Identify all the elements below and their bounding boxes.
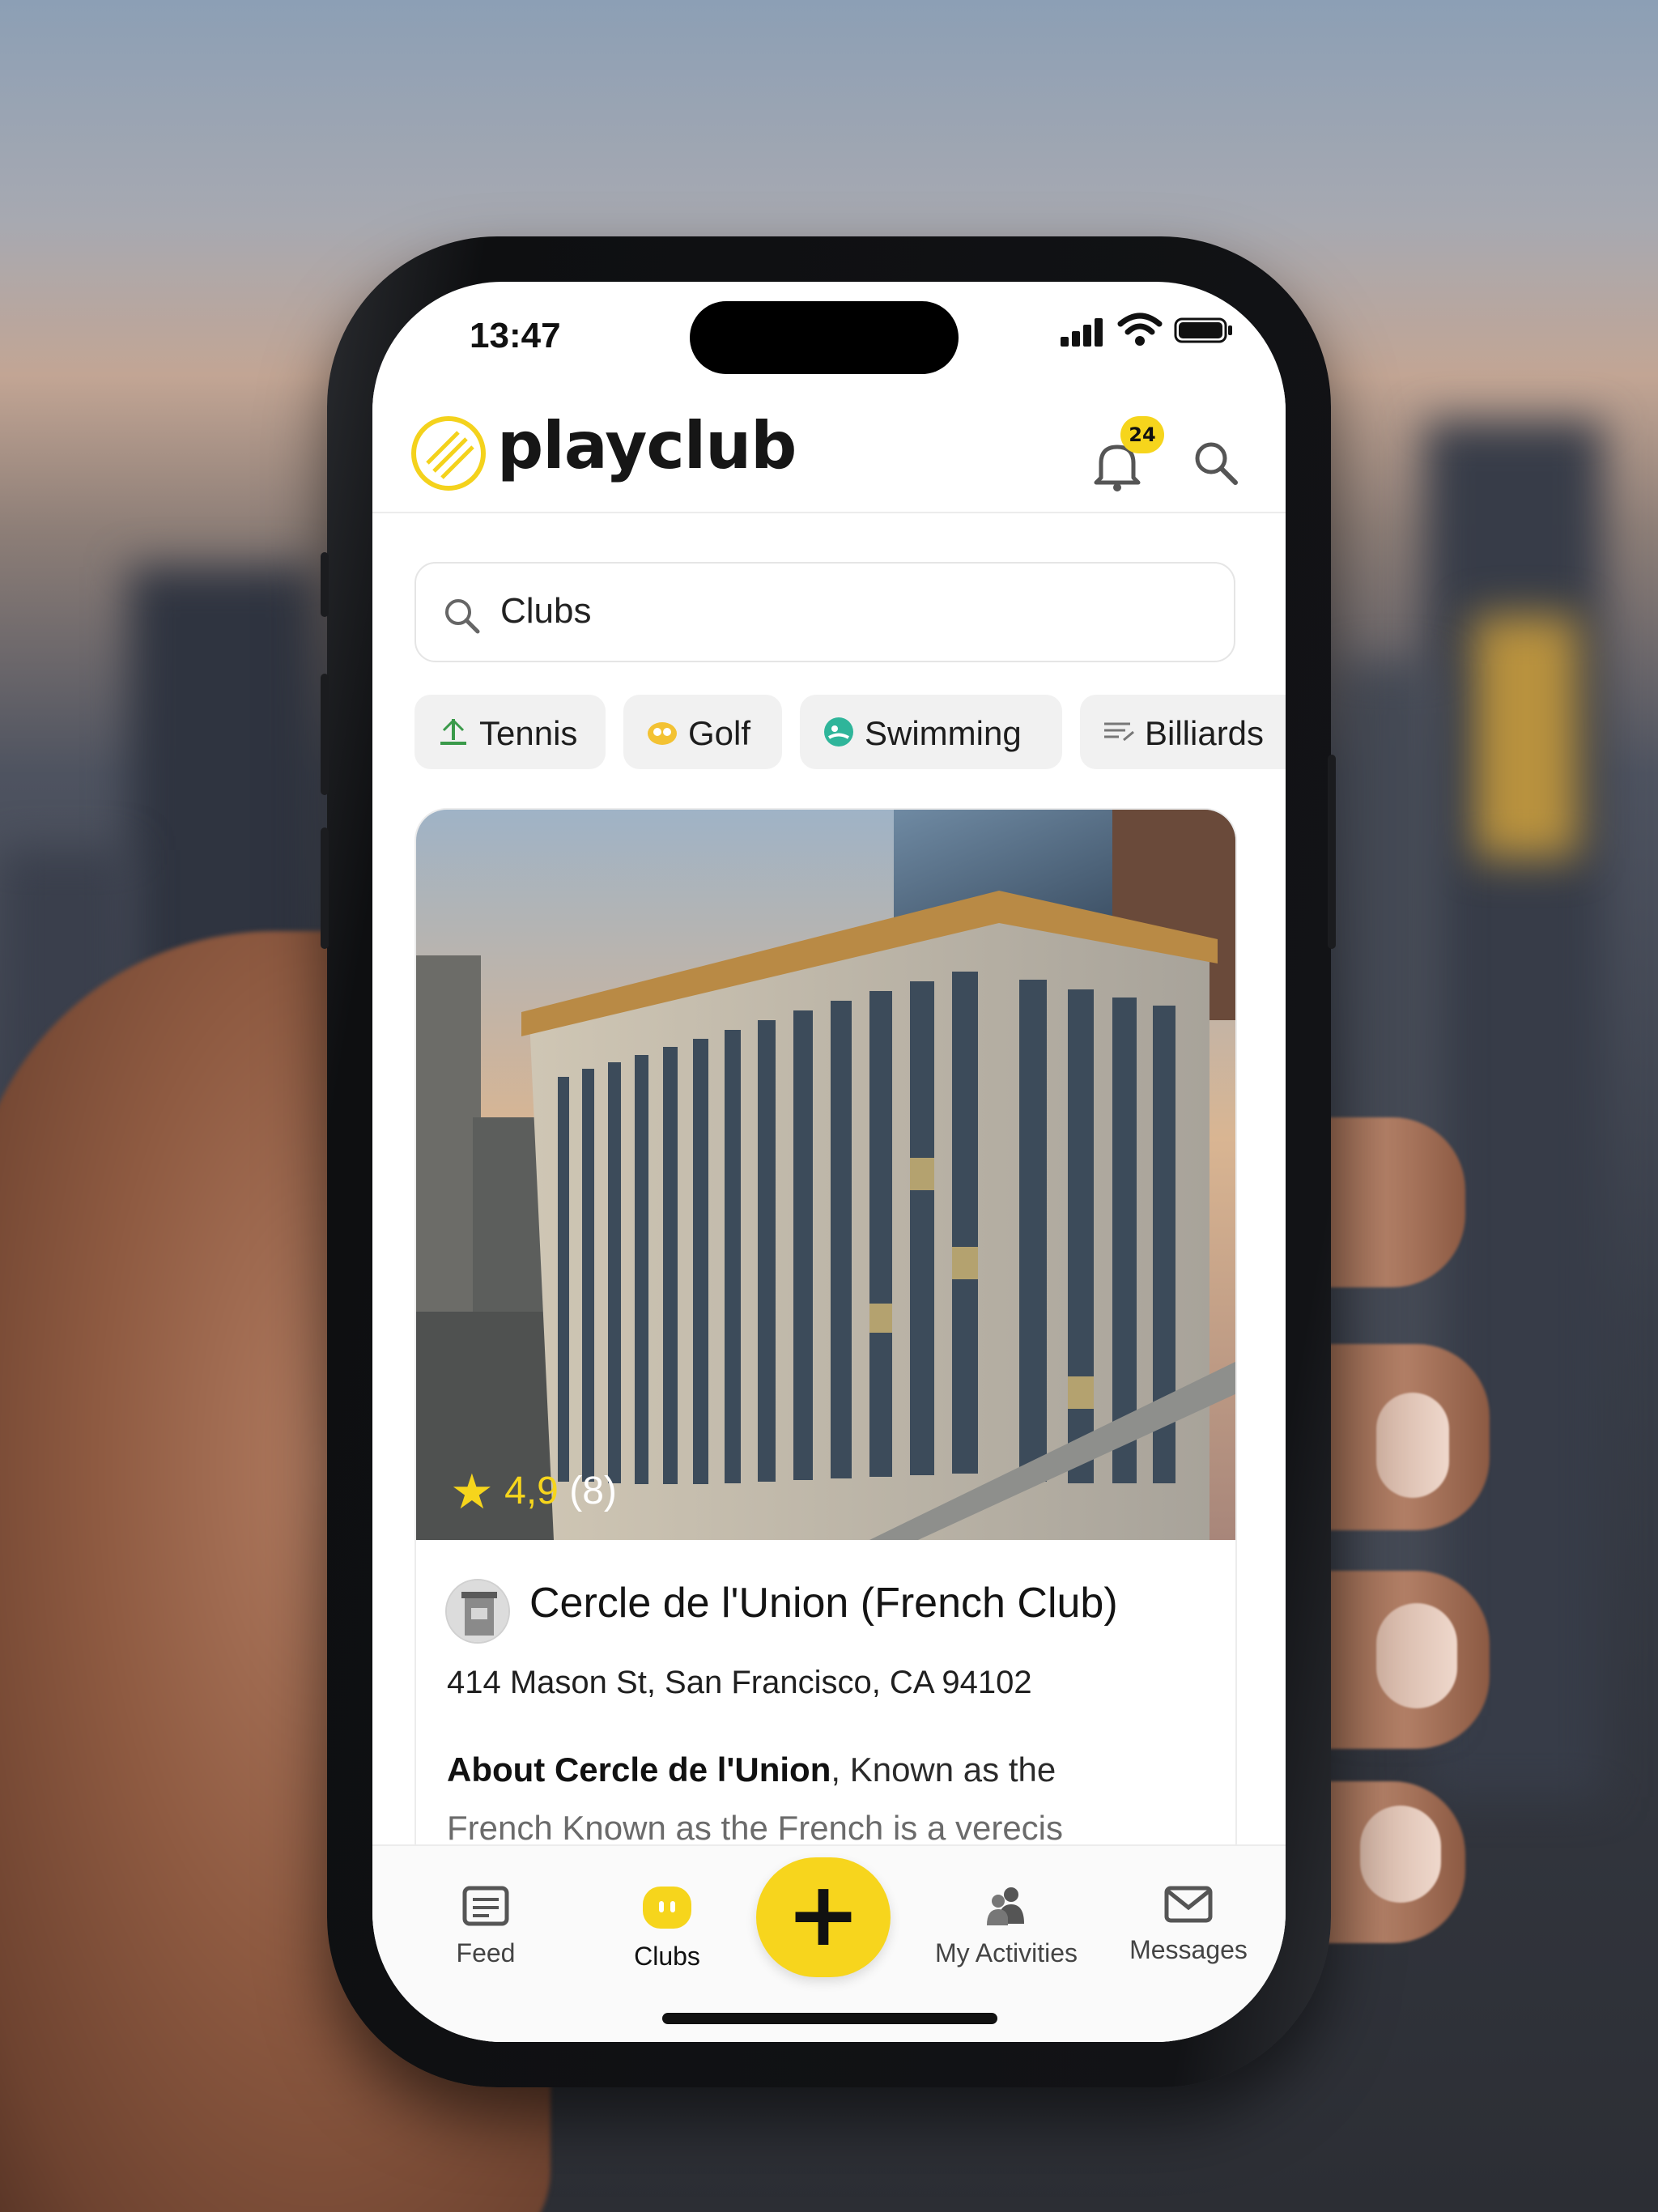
envelope-icon [1164, 1886, 1213, 1923]
about-title: About Cercle de l'Union [447, 1750, 831, 1789]
chip-label: Billiards [1145, 714, 1265, 752]
billiards-icon [1104, 722, 1134, 742]
about-text-continued: French Known as the French is a verecis [447, 1809, 1064, 1847]
phone-screen: 13:47 playclub 24 Clubs Tennis Golf Swim… [372, 282, 1286, 2042]
club-name: Cercle de l'Union (French Club) [529, 1580, 1118, 1627]
club-avatar [445, 1579, 510, 1644]
fingernail [1360, 1806, 1441, 1903]
cellular-signal-icon [1061, 318, 1103, 347]
search-input-value: Clubs [500, 591, 592, 631]
clubs-icon [643, 1887, 691, 1929]
power-button [1328, 755, 1336, 949]
nav-label: Feed [456, 1938, 516, 1967]
nav-clubs[interactable]: Clubs [602, 1885, 732, 1972]
wifi-icon [1117, 313, 1163, 346]
action-button [321, 552, 329, 617]
nav-label: My Activities [934, 1938, 1078, 1967]
swimming-icon [824, 717, 853, 747]
dynamic-island [690, 301, 959, 374]
volume-down-button [321, 827, 329, 949]
phone-device: 13:47 playclub 24 Clubs Tennis Golf Swim… [321, 236, 1336, 2087]
tennis-icon [440, 718, 466, 745]
chip-tennis[interactable]: Tennis [414, 695, 606, 769]
feed-icon [462, 1886, 509, 1926]
club-address: 414 Mason St, San Francisco, CA 94102 [447, 1665, 1032, 1700]
notification-badge: 24 [1120, 416, 1164, 453]
nav-label: Clubs [634, 1942, 700, 1971]
nav-messages[interactable]: Messages [1116, 1885, 1261, 1965]
club-about: About Cercle de l'Union, Known as the Fr… [447, 1741, 1208, 1857]
club-rating: ★ 4,9 (8) [450, 1464, 617, 1521]
volume-up-button [321, 674, 329, 795]
fingernail [1376, 1393, 1449, 1498]
status-bar: 13:47 [372, 282, 1286, 387]
category-chips: Tennis Golf Swimming Billiards [414, 695, 1286, 772]
about-text: , Known as the [831, 1750, 1056, 1789]
rating-value: 4,9 [504, 1470, 559, 1512]
search-field-icon [445, 599, 480, 634]
fingernail [1376, 1603, 1457, 1708]
nav-my-activities[interactable]: My Activities [913, 1885, 1099, 1968]
review-count: (8) [569, 1470, 617, 1512]
chip-golf[interactable]: Golf [623, 695, 782, 769]
chip-swimming[interactable]: Swimming [800, 695, 1062, 769]
nav-label: Messages [1129, 1935, 1248, 1964]
add-button[interactable]: + [756, 1857, 891, 1977]
people-icon [987, 1887, 1024, 1925]
chip-label: Tennis [479, 714, 578, 752]
app-header: playclub 24 [372, 392, 1286, 513]
search-icon[interactable] [1192, 439, 1240, 487]
chip-billiards[interactable]: Billiards [1080, 695, 1286, 769]
search-input[interactable]: Clubs [414, 562, 1235, 662]
playclub-logo-icon [411, 416, 486, 491]
chip-label: Golf [688, 714, 751, 752]
chip-label: Swimming [865, 714, 1022, 752]
battery-icon [1174, 317, 1232, 343]
club-building-photo [416, 810, 1235, 1540]
club-card[interactable]: ★ 4,9 (8) Cercle de l'Union (French Club… [414, 808, 1237, 1901]
star-icon: ★ [450, 1465, 494, 1519]
status-time: 13:47 [470, 316, 561, 355]
brand-name: playclub [497, 408, 797, 483]
golf-icon [648, 722, 677, 745]
home-indicator [662, 2013, 997, 2024]
nav-feed[interactable]: Feed [429, 1885, 542, 1968]
plus-icon: + [785, 1862, 861, 1966]
